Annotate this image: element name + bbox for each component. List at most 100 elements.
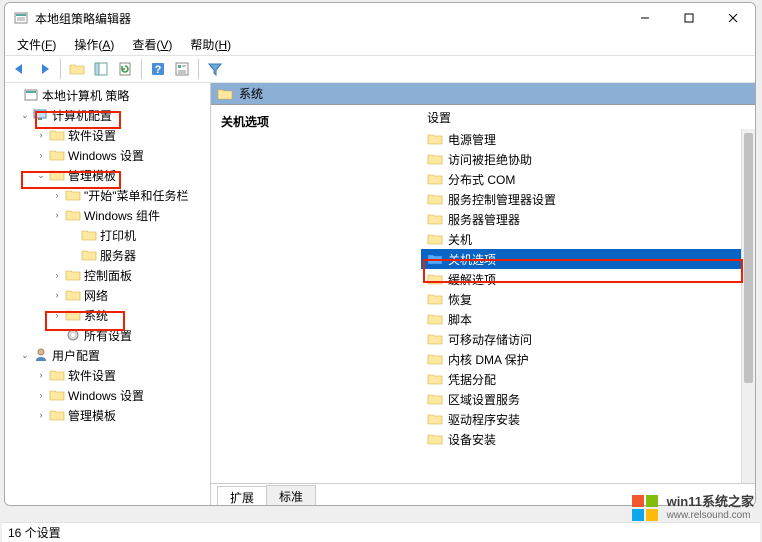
- tree-system[interactable]: › 系统: [5, 305, 210, 325]
- folder-icon: [217, 87, 233, 101]
- tree-network[interactable]: › 网络: [5, 285, 210, 305]
- minimize-button[interactable]: [623, 3, 667, 33]
- menu-file[interactable]: 文件(F): [9, 34, 64, 55]
- expand-icon[interactable]: ›: [49, 287, 65, 303]
- list-container[interactable]: 电源管理访问被拒绝协助分布式 COM服务控制管理器设置服务器管理器关机关机选项缓…: [421, 129, 755, 483]
- maximize-button[interactable]: [667, 3, 711, 33]
- list-item-label: 分布式 COM: [448, 171, 515, 188]
- detail-description: 关机选项: [211, 105, 421, 483]
- expand-icon[interactable]: ›: [49, 307, 65, 323]
- tree-start-menu[interactable]: › "开始"菜单和任务栏: [5, 185, 210, 205]
- folder-icon: [427, 332, 443, 346]
- menu-help[interactable]: 帮助(H): [182, 34, 239, 55]
- list-item[interactable]: 分布式 COM: [421, 169, 755, 189]
- list-item[interactable]: 驱动程序安装: [421, 409, 755, 429]
- expand-icon[interactable]: ›: [49, 207, 65, 223]
- filter-button[interactable]: [204, 58, 226, 80]
- collapse-icon[interactable]: ⌄: [17, 347, 33, 363]
- list-item[interactable]: 关机: [421, 229, 755, 249]
- expand-icon[interactable]: ›: [33, 147, 49, 163]
- folder-icon: [65, 187, 81, 203]
- path-label: 系统: [239, 85, 263, 102]
- folder-icon: [427, 312, 443, 326]
- folder-icon: [49, 367, 65, 383]
- tree-admin-templates[interactable]: ⌄ 管理模板: [5, 165, 210, 185]
- expand-icon[interactable]: ›: [33, 367, 49, 383]
- list-item[interactable]: 缓解选项: [421, 269, 755, 289]
- folder-icon: [427, 372, 443, 386]
- expand-icon[interactable]: ›: [33, 407, 49, 423]
- computer-icon: [33, 107, 49, 123]
- tree-servers[interactable]: 服务器: [5, 245, 210, 265]
- statusbar: 16 个设置: [2, 522, 760, 542]
- list-item-label: 关机: [448, 231, 472, 248]
- list-item[interactable]: 恢复: [421, 289, 755, 309]
- forward-button[interactable]: [33, 58, 55, 80]
- list-item[interactable]: 凭据分配: [421, 369, 755, 389]
- folder-icon: [49, 387, 65, 403]
- folder-icon: [65, 287, 81, 303]
- list-item[interactable]: 访问被拒绝协助: [421, 149, 755, 169]
- help-button[interactable]: ?: [147, 58, 169, 80]
- tree-user-software[interactable]: › 软件设置: [5, 365, 210, 385]
- expand-icon[interactable]: ›: [49, 267, 65, 283]
- titlebar: 本地组策略编辑器: [5, 3, 755, 33]
- expand-icon[interactable]: ›: [33, 127, 49, 143]
- tree-control-panel[interactable]: › 控制面板: [5, 265, 210, 285]
- folder-icon: [427, 252, 443, 266]
- list-item-label: 关机选项: [448, 251, 496, 268]
- close-button[interactable]: [711, 3, 755, 33]
- list-item-label: 脚本: [448, 311, 472, 328]
- folder-icon: [427, 412, 443, 426]
- column-header-settings[interactable]: 设置: [421, 105, 755, 129]
- refresh-button[interactable]: [114, 58, 136, 80]
- list-item[interactable]: 区域设置服务: [421, 389, 755, 409]
- scroll-thumb[interactable]: [744, 133, 753, 383]
- collapse-icon[interactable]: ⌄: [33, 167, 49, 183]
- tree-root[interactable]: 本地计算机 策略: [5, 85, 210, 105]
- tree-user-windows[interactable]: › Windows 设置: [5, 385, 210, 405]
- list-item[interactable]: 内核 DMA 保护: [421, 349, 755, 369]
- list-item[interactable]: 脚本: [421, 309, 755, 329]
- tree-all-settings[interactable]: 所有设置: [5, 325, 210, 345]
- folder-icon: [49, 407, 65, 423]
- list-item[interactable]: 电源管理: [421, 129, 755, 149]
- folder-button[interactable]: [66, 58, 88, 80]
- tree-panel[interactable]: 本地计算机 策略 ⌄ 计算机配置 › 软件设置 › Windows 设置 ⌄ 管…: [5, 83, 211, 505]
- menu-action[interactable]: 操作(A): [66, 34, 122, 55]
- properties-button[interactable]: [171, 58, 193, 80]
- menu-view[interactable]: 查看(V): [124, 34, 180, 55]
- tree-user-config[interactable]: ⌄ 用户配置: [5, 345, 210, 365]
- view-button[interactable]: [90, 58, 112, 80]
- list-item-label: 可移动存储访问: [448, 331, 532, 348]
- vertical-scrollbar[interactable]: [741, 129, 755, 483]
- tree-computer-config[interactable]: ⌄ 计算机配置: [5, 105, 210, 125]
- expand-icon[interactable]: ›: [33, 387, 49, 403]
- tree-software-settings[interactable]: › 软件设置: [5, 125, 210, 145]
- folder-icon: [65, 307, 81, 323]
- collapse-icon[interactable]: ⌄: [17, 107, 33, 123]
- back-button[interactable]: [9, 58, 31, 80]
- list-item-label: 电源管理: [448, 131, 496, 148]
- tab-standard[interactable]: 标准: [266, 485, 316, 505]
- list-item[interactable]: 服务控制管理器设置: [421, 189, 755, 209]
- tree-windows-components[interactable]: › Windows 组件: [5, 205, 210, 225]
- expand-icon[interactable]: ›: [49, 187, 65, 203]
- list-item[interactable]: 关机选项: [421, 249, 755, 269]
- folder-icon: [427, 272, 443, 286]
- folder-icon: [427, 172, 443, 186]
- list-item[interactable]: 服务器管理器: [421, 209, 755, 229]
- tree-user-admin[interactable]: › 管理模板: [5, 405, 210, 425]
- tree-printers[interactable]: 打印机: [5, 225, 210, 245]
- toolbar: ?: [5, 55, 755, 83]
- tree-windows-settings[interactable]: › Windows 设置: [5, 145, 210, 165]
- window-title: 本地组策略编辑器: [35, 10, 623, 27]
- list-item-label: 内核 DMA 保护: [448, 351, 529, 368]
- folder-icon: [49, 167, 65, 183]
- list-item[interactable]: 可移动存储访问: [421, 329, 755, 349]
- user-icon: [33, 347, 49, 363]
- folder-icon: [427, 432, 443, 446]
- tab-extended[interactable]: 扩展: [217, 486, 267, 505]
- list-item-label: 区域设置服务: [448, 391, 520, 408]
- list-item[interactable]: 设备安装: [421, 429, 755, 449]
